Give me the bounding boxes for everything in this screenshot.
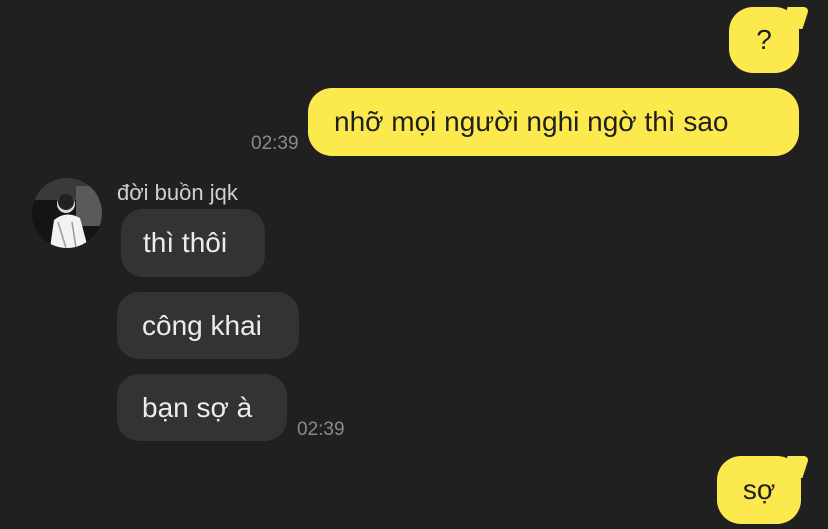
chat-area: ? 02:39 nhỡ mọi người nghi ngờ thì sao đ… bbox=[0, 0, 828, 529]
message-text: nhỡ mọi người nghi ngờ thì sao bbox=[334, 106, 729, 137]
message-text: thì thôi bbox=[143, 227, 228, 258]
message-bubble-incoming[interactable]: thì thôi bbox=[121, 209, 265, 277]
message-text: bạn sợ à bbox=[142, 391, 253, 423]
message-timestamp: 02:39 bbox=[251, 133, 299, 154]
message-text: công khai bbox=[142, 309, 262, 341]
message-bubble-outgoing[interactable]: nhỡ mọi người nghi ngờ thì sao bbox=[308, 88, 799, 156]
message-text: ? bbox=[756, 24, 772, 55]
message-bubble-incoming[interactable]: công khai bbox=[117, 292, 299, 359]
message-timestamp: 02:39 bbox=[297, 419, 345, 440]
avatar-photo bbox=[32, 178, 102, 248]
message-text: sợ bbox=[742, 474, 776, 505]
message-bubble-outgoing[interactable]: ? bbox=[729, 7, 799, 73]
user-photo-avatar-icon[interactable] bbox=[32, 178, 102, 248]
sender-name: đời buồn jqk bbox=[117, 180, 238, 205]
message-bubble-incoming[interactable]: bạn sợ à bbox=[117, 374, 287, 441]
message-bubble-outgoing[interactable]: sợ bbox=[717, 456, 801, 524]
